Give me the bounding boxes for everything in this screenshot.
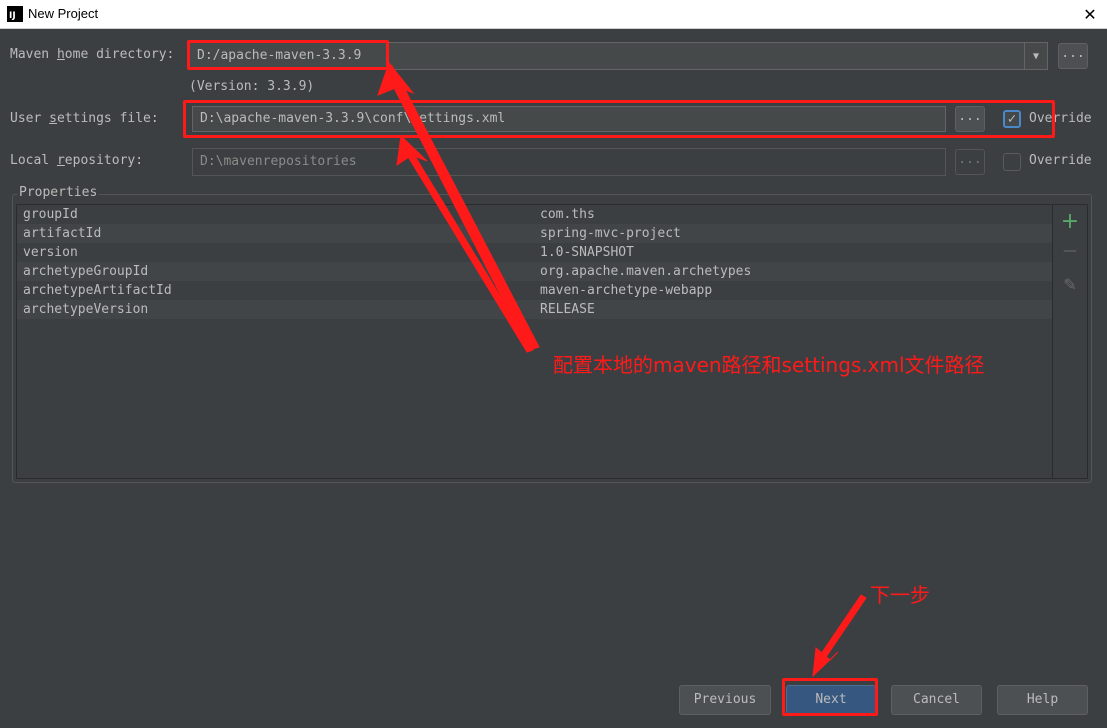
arrow-to-next <box>818 594 867 661</box>
paths-annotation-text: 配置本地的maven路径和settings.xml文件路径 <box>553 353 985 377</box>
arrow-to-maven-home <box>391 64 540 351</box>
next-annotation-text: 下一步 <box>870 583 930 607</box>
arrow-to-settings <box>403 147 534 353</box>
